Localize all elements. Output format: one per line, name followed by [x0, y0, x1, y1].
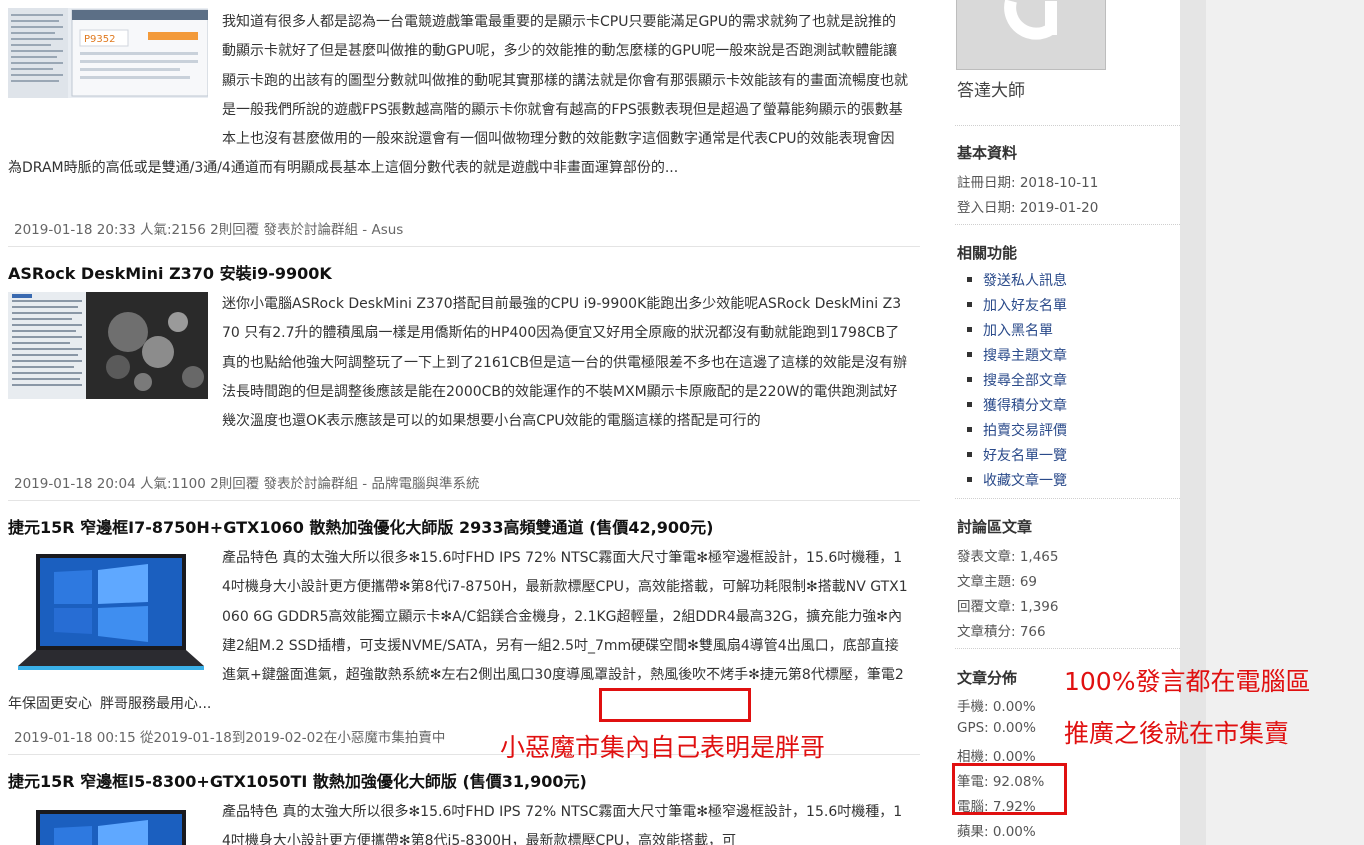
post-title-link[interactable]: ASRock DeskMini Z370 安裝i9-9900K	[8, 260, 332, 284]
stat-replies: 回覆文章: 1,396	[957, 599, 1059, 615]
post-excerpt: 產品特色 真的太強大所以很多✻15.6吋FHD IPS 72% NTSC霧面大尺…	[8, 544, 908, 720]
bullet-icon	[967, 327, 972, 332]
link-search-topics[interactable]: 搜尋主題文章	[983, 345, 1067, 365]
dist-phone: 手機: 0.00%	[957, 699, 1036, 715]
link-friend-list[interactable]: 好友名單一覽	[983, 445, 1067, 465]
post-title-link[interactable]: 捷元15R 窄邊框I7-8750H+GTX1060 散熱加強優化大師版 2933…	[8, 514, 713, 538]
stat-points: 文章積分: 766	[957, 624, 1046, 640]
post-meta: 2019-01-18 20:04 人氣:1100 2則回覆 發表於討論群組 - …	[14, 476, 480, 492]
sidebar-divider	[955, 498, 1180, 499]
user-avatar[interactable]	[956, 0, 1106, 70]
post-divider	[8, 500, 920, 501]
functions-title: 相關功能	[957, 244, 1018, 262]
annotation-market-pangge: 小惡魔市集內自己表明是胖哥	[500, 733, 826, 762]
bullet-icon	[967, 452, 972, 457]
link-points-posts[interactable]: 獲得積分文章	[983, 395, 1067, 415]
post-title-link[interactable]: 捷元15R 窄邊框I5-8300+GTX1050TI 散熱加強優化大師版 (售價…	[8, 768, 587, 792]
post-excerpt-highlight: 胖哥服務最用心...	[100, 696, 212, 713]
bullet-icon	[967, 377, 972, 382]
username: 答達大師	[957, 81, 1025, 101]
post-meta: 2019-01-18 00:15 從2019-01-18到2019-02-02在…	[14, 730, 446, 746]
annotation-market-sell: 推廣之後就在市集賣	[1064, 719, 1290, 748]
post-excerpt: 產品特色 真的太強大所以很多✻15.6吋FHD IPS 72% NTSC霧面大尺…	[8, 798, 908, 845]
bullet-icon	[967, 427, 972, 432]
link-add-friend[interactable]: 加入好友名單	[983, 295, 1067, 315]
basic-info-title: 基本資料	[957, 144, 1018, 162]
post-excerpt: 迷你小電腦ASRock DeskMini Z370搭配目前最強的CPU i9-9…	[8, 290, 908, 436]
link-favorites[interactable]: 收藏文章一覽	[983, 470, 1067, 490]
post-excerpt-text: 產品特色 真的太強大所以很多✻15.6吋FHD IPS 72% NTSC霧面大尺…	[222, 804, 903, 845]
post-excerpt: 我知道有很多人都是認為一台電競遊戲筆電最重要的是顯示卡CPU只要能滿足GPU的需…	[8, 8, 908, 184]
link-search-all[interactable]: 搜尋全部文章	[983, 370, 1067, 390]
login-date: 登入日期: 2019-01-20	[957, 200, 1099, 216]
bullet-icon	[967, 477, 972, 482]
dist-apple: 蘋果: 0.00%	[957, 824, 1036, 840]
post-meta: 2019-01-18 20:33 人氣:2156 2則回覆 發表於討論群組 - …	[14, 222, 404, 238]
sidebar-divider	[955, 224, 1180, 225]
distribution-title: 文章分佈	[957, 669, 1018, 687]
dist-gps: GPS: 0.00%	[957, 720, 1036, 736]
highlight-box-pangge	[599, 688, 751, 722]
avatar-placeholder-icon	[957, 0, 1105, 69]
stat-posts: 發表文章: 1,465	[957, 549, 1059, 565]
forum-posts-title: 討論區文章	[957, 518, 1033, 536]
link-auction-rating[interactable]: 拍賣交易評價	[983, 420, 1067, 440]
sidebar-divider	[955, 648, 1180, 649]
annotation-computer-area: 100%發言都在電腦區	[1064, 667, 1311, 696]
highlight-box-distribution	[952, 763, 1067, 815]
post-list: P9352 我知道有很多人都是認為一台電競遊戲筆電最重要的是顯示卡CPU只要能滿…	[0, 0, 935, 845]
post-excerpt-text: 迷你小電腦ASRock DeskMini Z370搭配目前最強的CPU i9-9…	[222, 296, 908, 430]
post-divider	[8, 246, 920, 247]
link-send-message[interactable]: 發送私人訊息	[983, 270, 1067, 290]
stat-topics: 文章主題: 69	[957, 574, 1038, 590]
sidebar-divider	[955, 125, 1180, 126]
bullet-icon	[967, 277, 972, 282]
bullet-icon	[967, 352, 972, 357]
bullet-icon	[967, 402, 972, 407]
bullet-icon	[967, 302, 972, 307]
register-date: 註冊日期: 2018-10-11	[957, 175, 1099, 191]
dist-camera: 相機: 0.00%	[957, 749, 1036, 765]
link-add-blacklist[interactable]: 加入黑名單	[983, 320, 1053, 340]
